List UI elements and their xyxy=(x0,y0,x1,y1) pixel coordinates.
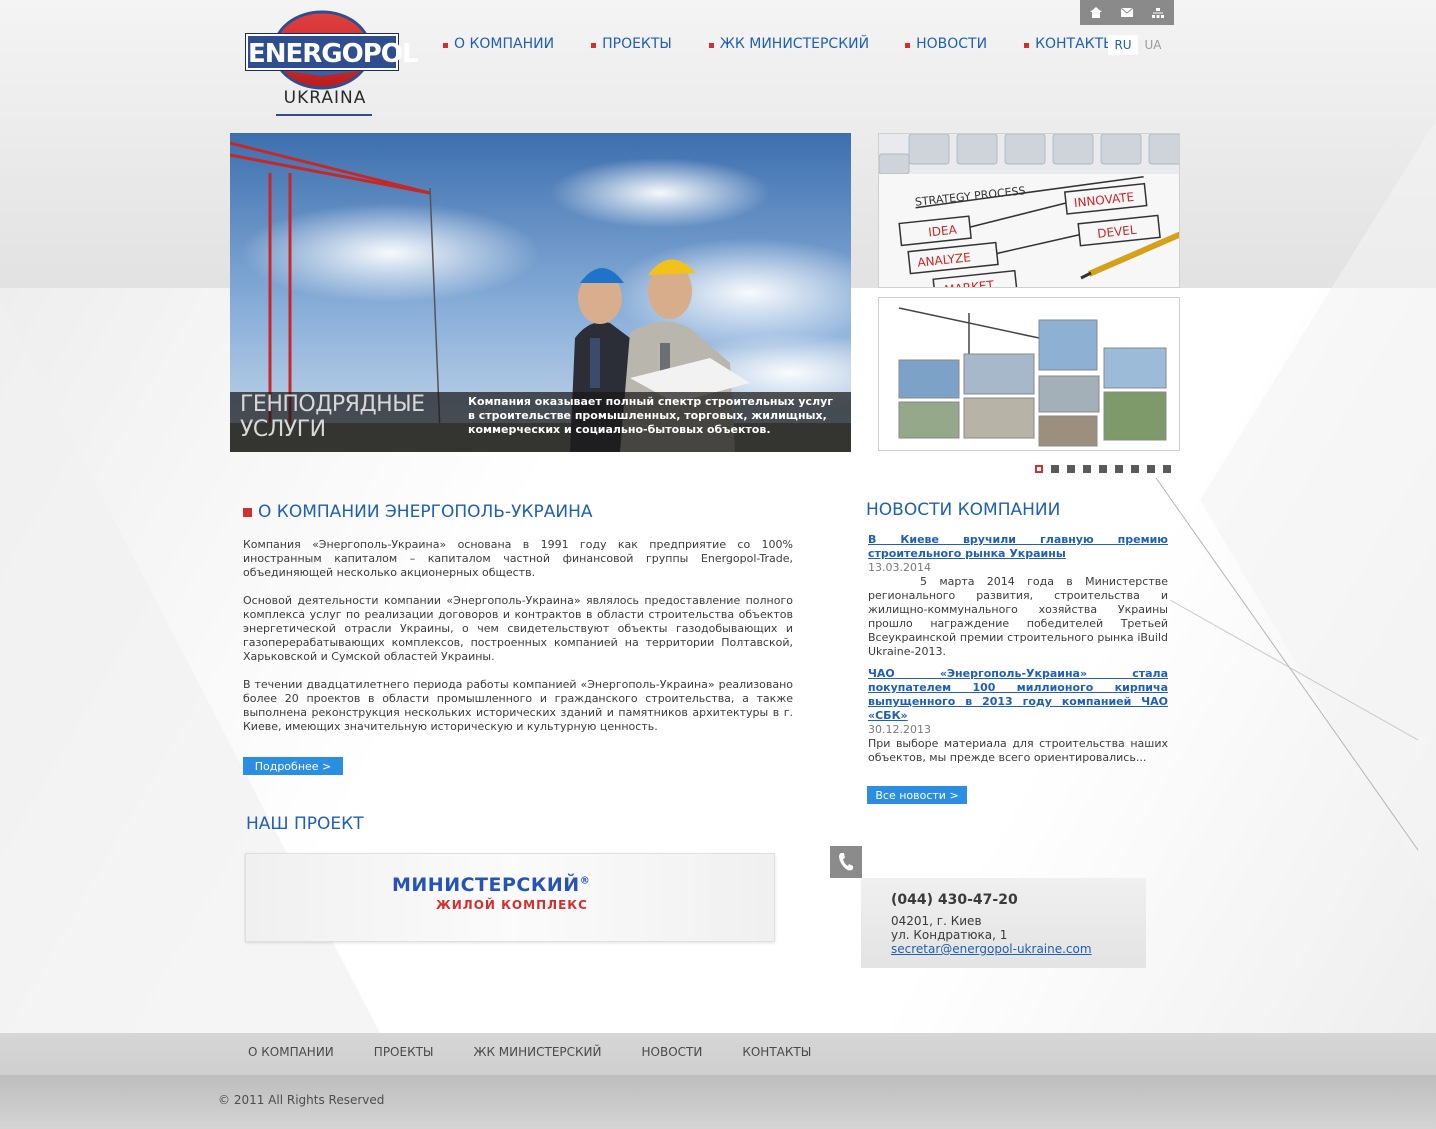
nav-item-label: ЖК МИНИСТЕРСКИЙ xyxy=(719,36,870,52)
logo-brand-text: ENERGOPOL xyxy=(246,34,418,70)
hero-caption: ГЕНПОДРЯДНЫЕ УСЛУГИ Компания оказывает п… xyxy=(230,392,851,452)
construction-collage-image xyxy=(879,298,1179,450)
nav-item-projects[interactable]: ПРОЕКТЫ xyxy=(591,36,672,52)
news-date: 30.12.2013 xyxy=(868,723,931,736)
nav-item-label: О КОМПАНИИ xyxy=(454,36,555,52)
contact-email-link[interactable]: secretar@energopol-ukraine.com xyxy=(891,942,1092,956)
mail-icon[interactable] xyxy=(1118,4,1136,22)
project-subtitle: ЖИЛОЙ КОМПЛЕКС xyxy=(436,898,588,912)
about-paragraph: Компания «Энергополь-Украина» основана в… xyxy=(243,538,793,579)
news-title: НОВОСТИ КОМПАНИИ xyxy=(866,500,1061,520)
strategy-process-image: IDEA INNOVATE ANALYZE DEVEL MARKET STRAT… xyxy=(879,134,1179,287)
project-name-text: МИНИСТЕРСКИЙ xyxy=(392,874,580,896)
hero-title-line: ГЕНПОДРЯДНЫЕ xyxy=(240,392,425,417)
slider-dot[interactable] xyxy=(1163,465,1171,473)
slide-thumbnail-strategy[interactable]: IDEA INNOVATE ANALYZE DEVEL MARKET STRAT… xyxy=(878,133,1180,288)
bullet-icon xyxy=(591,43,597,48)
news-body: 5 марта 2014 года в Министерстве региона… xyxy=(868,575,1168,658)
nav-item-news[interactable]: НОВОСТИ xyxy=(905,36,987,52)
nav-item-label: НОВОСТИ xyxy=(916,36,988,52)
news-item: ЧАО «Энергополь-Украина» стала покупател… xyxy=(868,667,1168,765)
news-date: 13.03.2014 xyxy=(868,561,931,574)
nav-item-about[interactable]: О КОМПАНИИ xyxy=(443,36,554,52)
footer-item-contacts[interactable]: КОНТАКТЫ xyxy=(742,1045,811,1059)
contact-box: (044) 430-47-20 04201, г. Киев ул. Кондр… xyxy=(861,878,1146,968)
bullet-icon xyxy=(905,43,911,48)
slider-dot[interactable] xyxy=(1051,465,1059,473)
slider-pagination xyxy=(1035,465,1171,473)
utility-bar xyxy=(1080,0,1174,25)
bullet-icon xyxy=(443,43,448,48)
slider-dot[interactable] xyxy=(1099,465,1107,473)
footer-item-ministerial[interactable]: ЖК МИНИСТЕРСКИЙ xyxy=(474,1045,602,1059)
nav-item-ministerial[interactable]: ЖК МИНИСТЕРСКИЙ xyxy=(708,36,870,52)
project-heading: НАШ ПРОЕКТ xyxy=(246,814,364,834)
news-link[interactable]: В Киеве вручили главную премию строитель… xyxy=(868,533,1168,561)
about-title: О КОМПАНИИ ЭНЕРГОПОЛЬ-УКРАИНА xyxy=(258,502,593,522)
copyright: © 2011 All Rights Reserved xyxy=(218,1093,385,1107)
contact-address-line2: ул. Кондратюка, 1 xyxy=(891,928,1008,942)
project-name: МИНИСТЕРСКИЙ® xyxy=(392,874,590,896)
registered-mark: ® xyxy=(579,875,591,887)
about-paragraph: Основой деятельности компании «Энергопол… xyxy=(243,594,793,663)
slider-dot[interactable] xyxy=(1147,465,1155,473)
slider-dot[interactable] xyxy=(1131,465,1139,473)
hero-title-line: УСЛУГИ xyxy=(240,417,326,442)
logo[interactable]: ENERGOPOL UKRAINA xyxy=(246,10,418,116)
slider-dot[interactable] xyxy=(1115,465,1123,473)
bullet-icon xyxy=(1024,43,1030,48)
news-body: При выборе материала для строительства н… xyxy=(868,737,1168,764)
nav-item-label: КОНТАКТЫ xyxy=(1035,36,1116,52)
about-heading: О КОМПАНИИ ЭНЕРГОПОЛЬ-УКРАИНА xyxy=(243,502,593,522)
nav-item-contacts[interactable]: КОНТАКТЫ xyxy=(1024,36,1116,52)
bullet-icon xyxy=(243,507,252,517)
hero-title: ГЕНПОДРЯДНЫЕ УСЛУГИ xyxy=(240,392,450,442)
footer-nav: О КОМПАНИИ ПРОЕКТЫ ЖК МИНИСТЕРСКИЙ НОВОС… xyxy=(0,1033,1436,1075)
sitemap-icon[interactable] xyxy=(1149,4,1167,22)
news-heading: НОВОСТИ КОМПАНИИ xyxy=(866,500,1060,520)
footer-item-projects[interactable]: ПРОЕКТЫ xyxy=(374,1045,434,1059)
project-banner[interactable]: МИНИСТЕРСКИЙ® ЖИЛОЙ КОМПЛЕКС xyxy=(245,853,775,942)
footer-item-about[interactable]: О КОМПАНИИ xyxy=(248,1045,334,1059)
more-button[interactable]: Подробнее > xyxy=(243,757,343,775)
lang-ua[interactable]: UA xyxy=(1138,35,1168,55)
news-list: В Киеве вручили главную премию строитель… xyxy=(868,533,1168,773)
slider-dot[interactable] xyxy=(1035,465,1043,473)
news-link[interactable]: ЧАО «Энергополь-Украина» стала покупател… xyxy=(868,667,1168,723)
contact-phone: (044) 430-47-20 xyxy=(891,892,1018,908)
nav-item-label: ПРОЕКТЫ xyxy=(602,36,672,52)
footer-bottom: © 2011 All Rights Reserved xyxy=(0,1075,1436,1129)
all-news-button[interactable]: Все новости > xyxy=(867,786,967,804)
contact-address-line1: 04201, г. Киев xyxy=(891,914,982,928)
logo-sub-text: UKRAINA xyxy=(283,88,367,108)
slider-dot[interactable] xyxy=(1083,465,1091,473)
footer-item-news[interactable]: НОВОСТИ xyxy=(642,1045,703,1059)
lang-ru[interactable]: RU xyxy=(1108,35,1138,55)
main-nav: О КОМПАНИИ ПРОЕКТЫ ЖК МИНИСТЕРСКИЙ НОВОС… xyxy=(443,36,1116,52)
hero-description: Компания оказывает полный спектр строите… xyxy=(468,395,834,436)
phone-icon xyxy=(830,846,862,878)
about-paragraph: В течении двадцатилетнего периода работы… xyxy=(243,678,793,733)
logo-underline xyxy=(276,114,372,116)
slide-thumbnail-projects[interactable] xyxy=(878,297,1180,451)
bullet-icon xyxy=(708,43,714,48)
hero-slide[interactable]: ГЕНПОДРЯДНЫЕ УСЛУГИ Компания оказывает п… xyxy=(230,133,851,452)
home-icon[interactable] xyxy=(1087,4,1105,22)
slider-dot[interactable] xyxy=(1067,465,1075,473)
news-item: В Киеве вручили главную премию строитель… xyxy=(868,533,1168,659)
project-title: НАШ ПРОЕКТ xyxy=(246,814,364,834)
language-switcher: RU UA xyxy=(1108,35,1168,55)
about-text: Компания «Энергополь-Украина» основана в… xyxy=(243,538,793,748)
